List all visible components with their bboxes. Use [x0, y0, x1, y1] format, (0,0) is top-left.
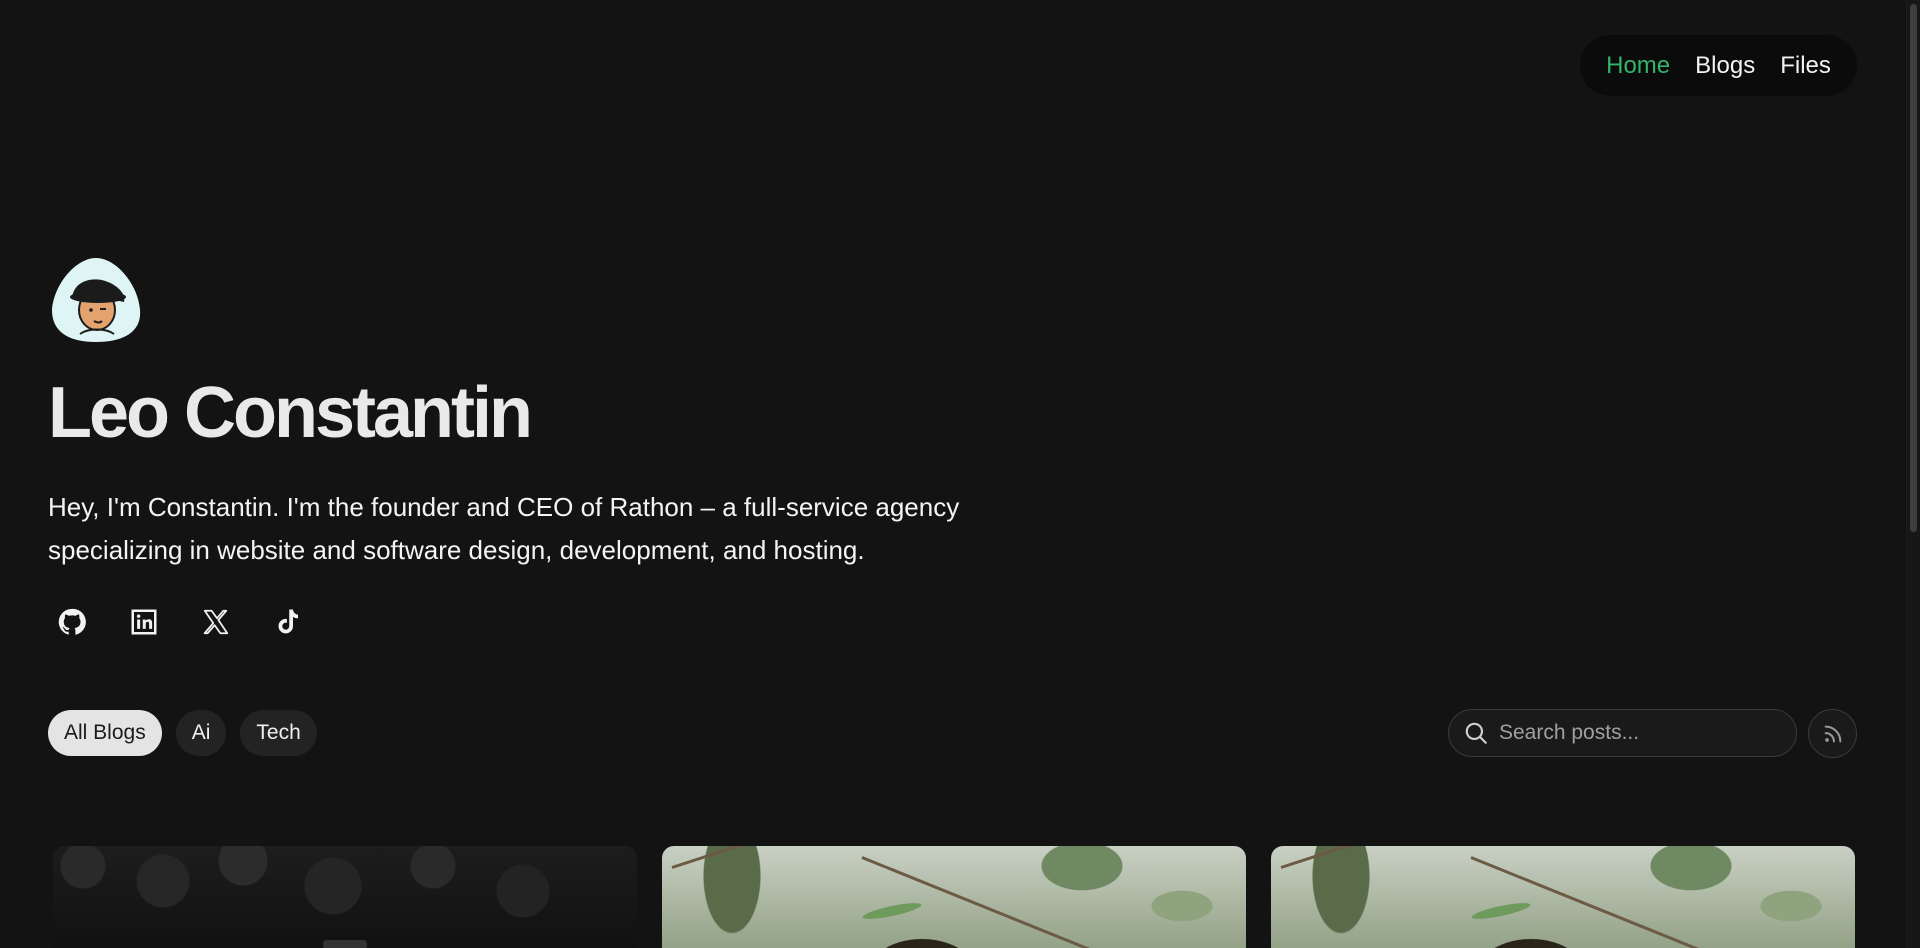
card-image-branch: [1470, 856, 1713, 948]
scrollbar[interactable]: [1906, 0, 1920, 948]
blog-card[interactable]: [1271, 846, 1855, 948]
filter-all-blogs[interactable]: All Blogs: [48, 710, 162, 756]
x-icon: [203, 609, 229, 635]
linkedin-link[interactable]: [128, 606, 160, 638]
search-input[interactable]: [1499, 721, 1789, 745]
x-link[interactable]: [200, 606, 232, 638]
search-box: [1448, 709, 1797, 757]
card-image-leaf: [861, 899, 923, 923]
blog-cards: [53, 846, 1855, 948]
nav-home-link[interactable]: Home: [1606, 52, 1670, 80]
scrollbar-thumb[interactable]: [1910, 4, 1917, 532]
filter-ai[interactable]: Ai: [175, 710, 227, 756]
rss-button[interactable]: [1808, 709, 1857, 758]
page-title: Leo Constantin: [48, 373, 533, 453]
card-image-hedgehog-branches: [671, 846, 882, 869]
tiktok-icon: [278, 609, 298, 634]
search-icon: [1465, 722, 1487, 744]
nav-files-link[interactable]: Files: [1780, 52, 1831, 80]
blog-card[interactable]: [53, 846, 637, 948]
card-image-leaf: [1470, 899, 1532, 923]
card-image-hedgehog-branches: [1280, 846, 1491, 869]
card-image-branch: [861, 856, 1104, 948]
tiktok-link[interactable]: [272, 606, 304, 638]
main-nav: Home Blogs Files: [1580, 35, 1857, 96]
avatar-illustration-icon: [52, 258, 141, 342]
filter-tech[interactable]: Tech: [240, 710, 317, 756]
category-filters: All Blogs Ai Tech: [48, 710, 317, 756]
linkedin-icon: [131, 609, 157, 635]
rss-icon: [1824, 725, 1841, 742]
nav-blogs-link[interactable]: Blogs: [1695, 52, 1755, 80]
bio-text: Hey, I'm Constantin. I'm the founder and…: [48, 492, 960, 565]
blog-card[interactable]: [662, 846, 1246, 948]
avatar: [50, 254, 142, 344]
card-image-dark-spheres: [323, 940, 367, 948]
github-link[interactable]: [56, 606, 88, 638]
github-icon: [58, 608, 86, 635]
social-links: [56, 606, 304, 638]
